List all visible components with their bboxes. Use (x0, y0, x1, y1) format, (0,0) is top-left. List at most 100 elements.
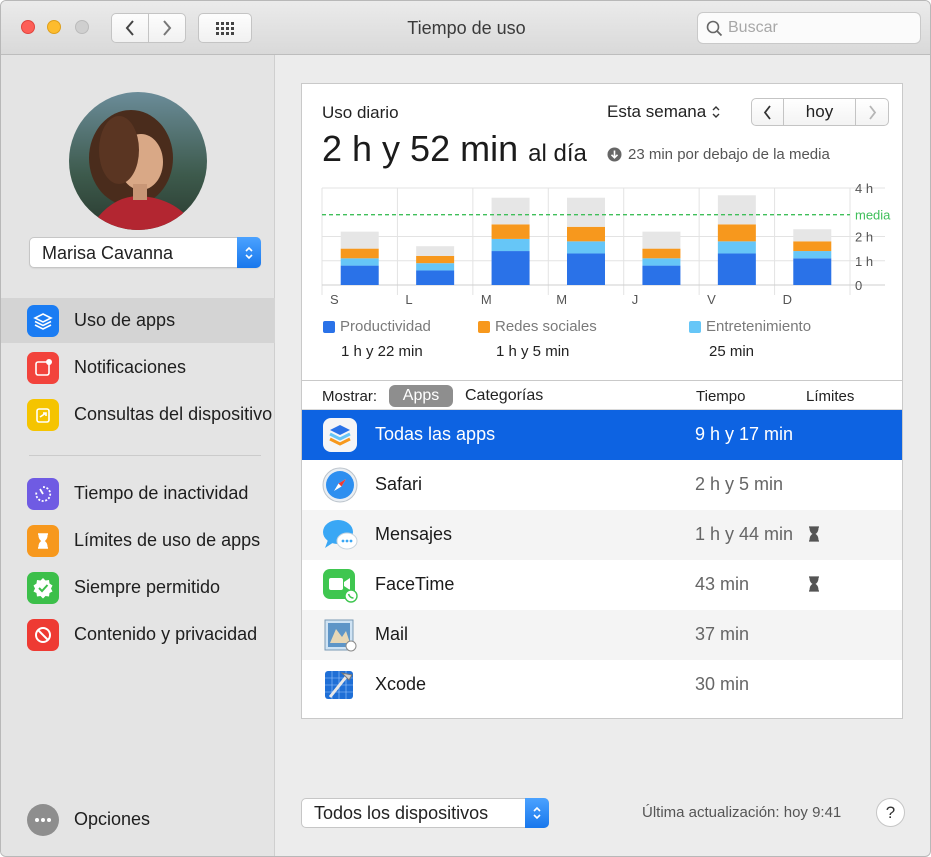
sidebar-item-label: Consultas del dispositivo (74, 404, 273, 424)
legend-total: 1 h y 22 min (341, 343, 423, 360)
sidebar-item-label: Uso de apps (74, 310, 176, 330)
bar-segment (340, 248, 379, 259)
app-name: Todas las apps (375, 424, 496, 444)
all-apps-icon (322, 417, 358, 453)
y-tick-label: 1 h (855, 254, 873, 269)
usage-chart: 4 h 2 h 1 h 0 S L M M J V Dmedia (321, 181, 891, 307)
bar-segment (642, 258, 681, 266)
sidebar-item-label: Tiempo de inactividad (74, 483, 249, 503)
table-row[interactable]: FaceTime 43 min (302, 560, 902, 610)
sidebar-item-downtime[interactable]: Tiempo de inactividad (1, 471, 275, 516)
column-header-limits[interactable]: Límites (806, 388, 854, 405)
messages-icon (322, 517, 358, 553)
x-tick-label: M (481, 292, 492, 307)
options-button[interactable]: Opciones (1, 798, 275, 842)
app-time: 1 h y 44 min (695, 524, 794, 544)
y-tick-label: 0 (855, 278, 862, 293)
table-row[interactable]: Xcode 30 min (302, 660, 902, 710)
bar-segment (717, 253, 756, 285)
legend-swatch (689, 320, 701, 333)
x-tick-label: L (405, 292, 412, 307)
bar-segment (793, 251, 832, 259)
bar-segment (491, 238, 530, 252)
user-select-value: Marisa Cavanna (42, 243, 174, 263)
bar-segment (567, 241, 605, 254)
sidebar-item-app-limits[interactable]: Límites de uso de apps (1, 518, 275, 563)
legend-productivity: Productividad (323, 318, 431, 335)
device-select-value: Todos los dispositivos (314, 803, 489, 823)
legend-total: 1 h y 5 min (496, 343, 570, 360)
bar-segment (340, 231, 379, 249)
restricted-icon (27, 618, 59, 651)
bar-segment (717, 224, 756, 242)
device-select[interactable]: Todos los dispositivos (301, 798, 549, 828)
search-field[interactable] (697, 12, 921, 44)
xcode-icon (322, 667, 358, 703)
app-name: Mail (375, 624, 409, 644)
bar-segment (340, 265, 379, 285)
column-header-time[interactable]: Tiempo (696, 388, 745, 405)
bar-segment (416, 263, 455, 271)
legend-swatch (478, 320, 490, 333)
chart-area: Uso diario 2 h y 52 min al día Esta sema… (302, 84, 902, 380)
facetime-icon (322, 567, 358, 603)
sidebar: Marisa Cavanna Uso de apps Notificacione… (1, 55, 275, 856)
bar-segment (491, 197, 530, 225)
hourglass-icon (27, 524, 59, 557)
table-row[interactable]: Mail 37 min (302, 610, 902, 660)
bar-segment (642, 231, 681, 249)
hourglass-icon (809, 526, 819, 542)
bar-segment (717, 195, 756, 225)
options-label: Opciones (74, 809, 151, 829)
average-label: media (855, 208, 891, 223)
x-tick-label: S (330, 292, 339, 307)
bar-segment (642, 248, 681, 259)
window: Tiempo de uso Marisa C (0, 0, 931, 857)
usage-panel: Uso diario 2 h y 52 min al día Esta sema… (301, 83, 903, 719)
show-label: Mostrar: (322, 388, 378, 405)
bar-segment (416, 255, 455, 264)
legend-label: Redes sociales (495, 318, 597, 335)
x-tick-label: J (632, 292, 639, 307)
bar-segment (793, 229, 832, 242)
app-name: Xcode (375, 674, 427, 694)
legend-label: Entretenimiento (706, 318, 812, 335)
sidebar-item-label: Contenido y privacidad (74, 624, 258, 644)
bar-segment (491, 224, 530, 239)
table-row[interactable]: Mensajes 1 h y 44 min (302, 510, 902, 560)
app-time: 43 min (695, 574, 750, 594)
stepper-icon (237, 237, 261, 268)
legend-label: Productividad (340, 318, 431, 335)
sidebar-item-app-usage[interactable]: Uso de apps (1, 298, 275, 343)
tab-apps[interactable]: Apps (389, 385, 453, 407)
tab-categories[interactable]: Categorías (465, 387, 543, 405)
mail-icon (322, 617, 358, 653)
bar-segment (416, 270, 455, 285)
bar-segment (642, 265, 681, 285)
user-select[interactable]: Marisa Cavanna (29, 237, 261, 268)
legend-swatch (323, 320, 335, 333)
downtime-icon (27, 477, 59, 510)
x-tick-label: M (556, 292, 567, 307)
search-input[interactable] (728, 16, 916, 40)
sidebar-item-label: Límites de uso de apps (74, 530, 261, 550)
sidebar-item-always-allowed[interactable]: Siempre permitido (1, 565, 275, 610)
app-name: FaceTime (375, 574, 455, 594)
y-tick-label: 2 h (855, 230, 873, 245)
app-time: 2 h y 5 min (695, 474, 784, 494)
table-row[interactable]: Todas las apps 9 h y 17 min (302, 410, 902, 460)
sidebar-item-notifications[interactable]: Notificaciones (1, 345, 275, 390)
sidebar-item-pickups[interactable]: Consultas del dispositivo (1, 392, 275, 437)
app-time: 30 min (695, 674, 750, 694)
app-name: Mensajes (375, 524, 453, 544)
x-tick-label: V (707, 292, 716, 307)
help-button[interactable]: ? (876, 798, 905, 827)
y-tick-label: 4 h (855, 181, 873, 196)
table-header: Mostrar: Apps Categorías Tiempo Límites (302, 380, 902, 410)
sidebar-item-content-privacy[interactable]: Contenido y privacidad (1, 612, 275, 657)
hourglass-icon (809, 576, 819, 592)
bar-segment (567, 197, 605, 227)
table-row[interactable]: Safari 2 h y 5 min (302, 460, 902, 510)
bar-segment (491, 251, 530, 285)
sidebar-item-label: Notificaciones (74, 357, 187, 377)
